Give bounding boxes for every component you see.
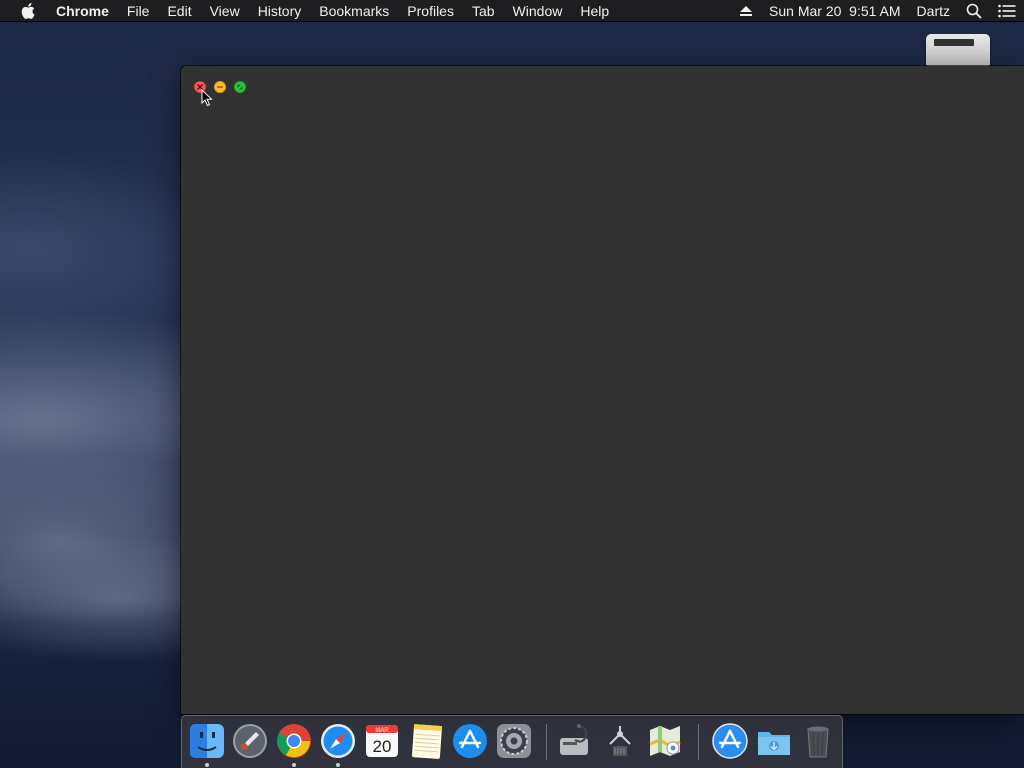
dock-separator — [546, 724, 547, 760]
desktop-drive-icon[interactable] — [926, 34, 990, 66]
chrome-icon[interactable] — [275, 722, 313, 767]
menu-bar-status-area: Sun Mar 20 9:51 AM Dartz — [731, 0, 1024, 22]
disk-utility-icon[interactable] — [555, 722, 593, 760]
safari-running-indicator — [336, 763, 340, 767]
eject-icon[interactable] — [731, 5, 761, 17]
menu-window[interactable]: Window — [504, 0, 572, 22]
menu-clock[interactable]: Sun Mar 20 9:51 AM — [761, 0, 909, 22]
dock-separator — [698, 724, 699, 760]
maps-icon[interactable] — [646, 722, 684, 760]
mouse-pointer-icon — [201, 88, 213, 112]
chrome-window[interactable] — [181, 66, 1024, 714]
finder-running-indicator — [205, 763, 209, 767]
menu-bookmarks[interactable]: Bookmarks — [310, 0, 398, 22]
apple-menu-icon[interactable] — [0, 2, 56, 19]
downloads-folder-icon[interactable] — [755, 722, 793, 760]
safari-icon[interactable] — [319, 722, 357, 767]
drive-label-strip — [934, 39, 974, 46]
dock: MAR 20 — [181, 715, 843, 768]
menu-app-name[interactable]: Chrome — [56, 0, 118, 22]
menu-history[interactable]: History — [249, 0, 311, 22]
notification-center-icon[interactable] — [990, 4, 1024, 18]
menu-user-name[interactable]: Dartz — [909, 0, 958, 22]
trash-icon[interactable] — [799, 722, 837, 760]
menu-bar: Chrome File Edit View History Bookmarks … — [0, 0, 1024, 22]
launchpad-icon[interactable] — [231, 722, 269, 760]
chrome-running-indicator — [292, 763, 296, 767]
system-preferences-icon[interactable] — [495, 722, 533, 760]
window-fullscreen-button[interactable] — [234, 81, 246, 93]
fullscreen-icon — [237, 84, 243, 90]
menu-file[interactable]: File — [118, 0, 159, 22]
window-minimize-button[interactable] — [214, 81, 226, 93]
notes-icon[interactable] — [407, 722, 445, 760]
app-store-icon[interactable] — [451, 722, 489, 760]
spotlight-search-icon[interactable] — [958, 3, 990, 19]
minimize-icon — [217, 86, 223, 88]
app-store-downloads-icon[interactable] — [711, 722, 749, 760]
menu-profiles[interactable]: Profiles — [398, 0, 463, 22]
finder-icon[interactable] — [188, 722, 226, 767]
menu-view[interactable]: View — [201, 0, 249, 22]
menu-edit[interactable]: Edit — [158, 0, 200, 22]
calendar-icon[interactable]: MAR 20 — [363, 722, 401, 760]
menu-tab[interactable]: Tab — [463, 0, 504, 22]
menu-help[interactable]: Help — [571, 0, 618, 22]
calendar-day-label: 20 — [373, 737, 392, 756]
calendar-month-label: MAR — [375, 728, 389, 734]
system-information-icon[interactable] — [601, 722, 639, 760]
